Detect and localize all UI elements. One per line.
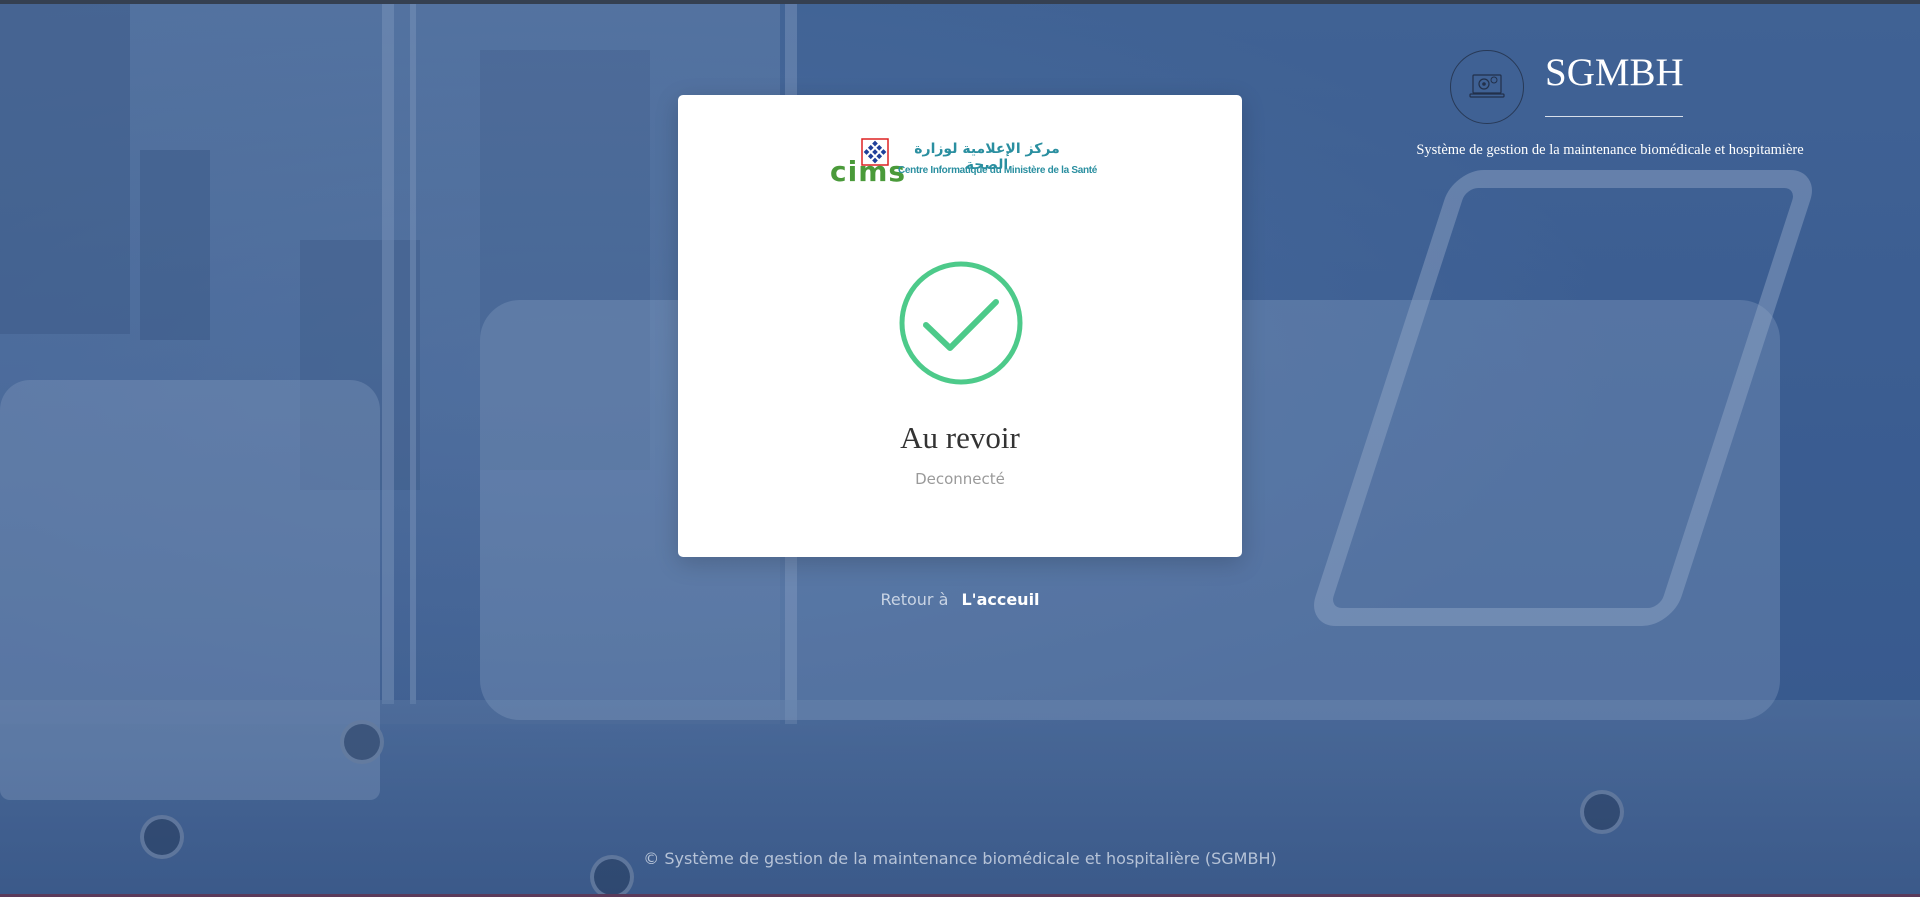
logout-page: SGMBH Système de gestion de la maintenan… <box>0 0 1920 897</box>
brand-name: SGMBH <box>1545 51 1684 94</box>
footer-copyright: © Système de gestion de la maintenance b… <box>643 849 1277 868</box>
return-home-row: Retour à L'acceuil <box>0 590 1920 609</box>
brand-divider <box>1545 116 1683 117</box>
brand-block: SGMBH Système de gestion de la maintenan… <box>1400 40 1820 180</box>
success-check-icon <box>899 261 1023 385</box>
goodbye-title: Au revoir <box>900 420 1020 455</box>
return-prefix: Retour à <box>880 590 949 609</box>
brand-tagline: Système de gestion de la maintenance bio… <box>1416 142 1804 158</box>
cims-logo: cims مركز الإعلامية لوزارة الصحة Centre … <box>830 135 1098 191</box>
logout-card: cims مركز الإعلامية لوزارة الصحة Centre … <box>678 95 1242 557</box>
maintenance-icon <box>1450 50 1524 124</box>
home-link[interactable]: L'acceuil <box>961 590 1039 609</box>
cims-logo-french: Centre Informatique du Ministère de la S… <box>898 165 1098 176</box>
logout-status: Deconnecté <box>915 470 1005 488</box>
cims-logo-wordmark: cims <box>830 155 907 188</box>
